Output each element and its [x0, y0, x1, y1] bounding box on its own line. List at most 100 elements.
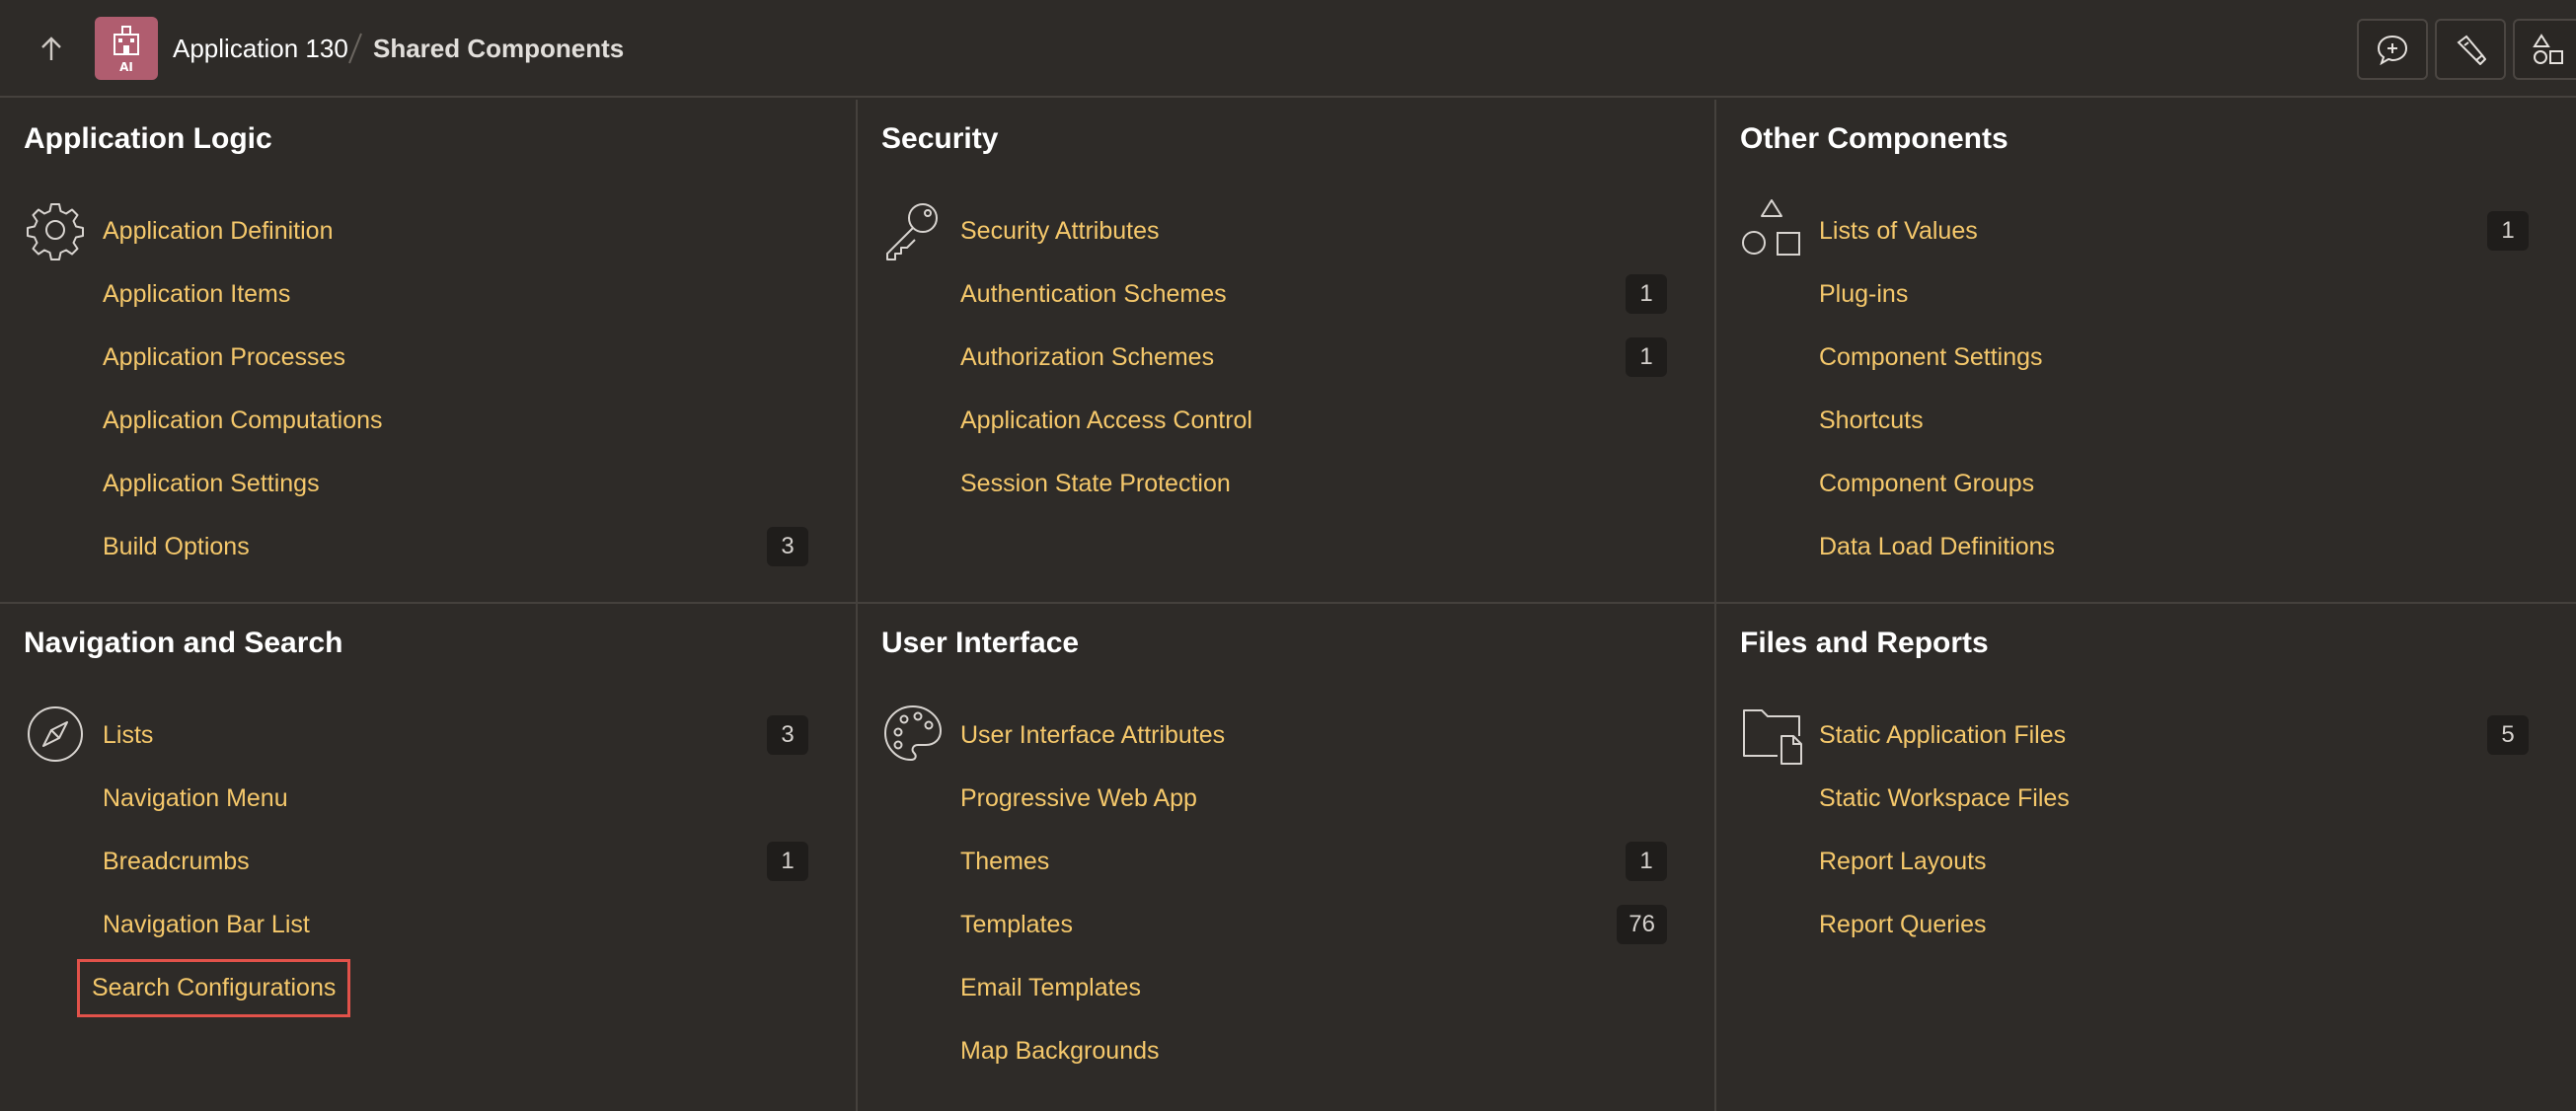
- arrow-up-icon[interactable]: [22, 28, 81, 71]
- link-search-configurations[interactable]: Search Configurations: [77, 958, 351, 1017]
- list-item: Application Items: [103, 262, 808, 326]
- list-item: Navigation Bar List: [103, 893, 808, 956]
- list-item: Search Configurations: [77, 956, 808, 1019]
- palette-icon: [881, 703, 945, 766]
- link-breadcrumbs[interactable]: Breadcrumbs: [79, 848, 273, 876]
- list-item: Component Settings: [1819, 326, 2529, 389]
- link-progressive-web-app[interactable]: Progressive Web App: [937, 784, 1221, 813]
- shapes-icon: [2533, 34, 2563, 64]
- panel-title: Security: [881, 122, 999, 155]
- list-item: Application Settings: [103, 452, 808, 515]
- link-email-templates[interactable]: Email Templates: [937, 974, 1165, 1002]
- list-item: Lists of Values 1: [1819, 199, 2529, 262]
- list-item: Report Queries: [1819, 893, 2529, 956]
- breadcrumb-app[interactable]: Application 130: [173, 34, 348, 64]
- link-component-groups[interactable]: Component Groups: [1795, 470, 2058, 498]
- list-item: Build Options 3: [103, 515, 808, 578]
- panel-title: Files and Reports: [1740, 627, 1989, 659]
- list-item: Session State Protection: [960, 452, 1667, 515]
- count-badge: 1: [1626, 842, 1667, 881]
- list-item: Map Backgrounds: [960, 1019, 1667, 1082]
- folder-file-icon: [1740, 703, 1803, 766]
- panel-title: Navigation and Search: [24, 627, 343, 659]
- count-badge: 5: [2487, 715, 2529, 755]
- list-item: Progressive Web App: [960, 767, 1667, 830]
- panel-navigation-and-search: Navigation and Search Lists 3 Navigation …: [0, 604, 858, 1111]
- list-item: Security Attributes: [960, 199, 1667, 262]
- list-item: Static Workspace Files: [1819, 767, 2529, 830]
- link-static-application-files[interactable]: Static Application Files: [1795, 721, 2089, 750]
- list-item: Data Load Definitions: [1819, 515, 2529, 578]
- link-report-layouts[interactable]: Report Layouts: [1795, 848, 2010, 876]
- count-badge: 1: [1626, 274, 1667, 314]
- list-item: User Interface Attributes: [960, 704, 1667, 767]
- link-list: Lists 3 Navigation Menu Breadcrumbs 1 Navi…: [77, 704, 808, 1019]
- count-badge: 76: [1617, 905, 1667, 944]
- link-application-computations[interactable]: Application Computations: [79, 407, 407, 435]
- list-item: Shortcuts: [1819, 389, 2529, 452]
- top-bar: AI Application 130 Shared Components: [0, 0, 2576, 98]
- list-item: Authorization Schemes 1: [960, 326, 1667, 389]
- utilities-button[interactable]: [2435, 19, 2506, 80]
- list-item: Application Definition: [103, 199, 808, 262]
- feedback-button[interactable]: [2357, 19, 2428, 80]
- link-map-backgrounds[interactable]: Map Backgrounds: [937, 1037, 1183, 1066]
- link-plug-ins[interactable]: Plug-ins: [1795, 280, 1932, 309]
- shared-components-grid: Application Logic Application Definition…: [0, 100, 2576, 1111]
- link-application-access-control[interactable]: Application Access Control: [937, 407, 1276, 435]
- link-application-items[interactable]: Application Items: [79, 280, 314, 309]
- list-item: Navigation Menu: [103, 767, 808, 830]
- link-report-queries[interactable]: Report Queries: [1795, 911, 2010, 939]
- link-list: Application Definition Application Items…: [103, 199, 808, 578]
- list-item: Authentication Schemes 1: [960, 262, 1667, 326]
- link-component-settings[interactable]: Component Settings: [1795, 343, 2067, 372]
- app-icon[interactable]: AI: [95, 17, 158, 80]
- panel-user-interface: User Interface User Interface Attributes…: [858, 604, 1716, 1111]
- link-navigation-menu[interactable]: Navigation Menu: [79, 784, 312, 813]
- link-templates[interactable]: Templates: [937, 911, 1097, 939]
- link-list: User Interface Attributes Progressive We…: [960, 704, 1667, 1082]
- list-item: Templates 76: [960, 893, 1667, 956]
- link-themes[interactable]: Themes: [937, 848, 1073, 876]
- list-item: Breadcrumbs 1: [103, 830, 808, 893]
- link-list: Lists of Values 1 Plug-ins Component Sett…: [1819, 199, 2529, 578]
- link-application-processes[interactable]: Application Processes: [79, 343, 369, 372]
- count-badge: 3: [767, 715, 808, 755]
- link-shortcuts[interactable]: Shortcuts: [1795, 407, 1947, 435]
- list-item: Application Computations: [103, 389, 808, 452]
- link-user-interface-attributes[interactable]: User Interface Attributes: [937, 721, 1249, 750]
- link-authentication-schemes[interactable]: Authentication Schemes: [937, 280, 1250, 309]
- breadcrumb-separator: [348, 33, 362, 64]
- shared-components-button[interactable]: [2513, 19, 2576, 80]
- link-application-settings[interactable]: Application Settings: [79, 470, 343, 498]
- list-item: Themes 1: [960, 830, 1667, 893]
- list-item: Email Templates: [960, 956, 1667, 1019]
- count-badge: 1: [767, 842, 808, 881]
- link-list: Static Application Files 5 Static Workspa…: [1819, 704, 2529, 956]
- count-badge: 1: [2487, 211, 2529, 251]
- panel-files-and-reports: Files and Reports Static Application Fil…: [1716, 604, 2576, 1111]
- chat-plus-icon: [2377, 35, 2408, 65]
- shapes-icon: [1740, 198, 1803, 261]
- list-item: Lists 3: [103, 704, 808, 767]
- link-session-state-protection[interactable]: Session State Protection: [937, 470, 1254, 498]
- link-lists-of-values[interactable]: Lists of Values: [1795, 217, 2002, 246]
- link-authorization-schemes[interactable]: Authorization Schemes: [937, 343, 1238, 372]
- page-title: Shared Components: [373, 34, 625, 63]
- count-badge: 3: [767, 527, 808, 566]
- list-item: Application Access Control: [960, 389, 1667, 452]
- link-build-options[interactable]: Build Options: [79, 533, 273, 561]
- list-item: Plug-ins: [1819, 262, 2529, 326]
- panel-other-components: Other Components Lists of Values 1 Plug-i…: [1716, 100, 2576, 604]
- list-item: Component Groups: [1819, 452, 2529, 515]
- count-badge: 1: [1626, 337, 1667, 377]
- link-navigation-bar-list[interactable]: Navigation Bar List: [79, 911, 334, 939]
- app-badge-text: AI: [119, 60, 133, 74]
- link-list: Security Attributes Authentication Schem…: [960, 199, 1667, 515]
- link-security-attributes[interactable]: Security Attributes: [937, 217, 1182, 246]
- link-application-definition[interactable]: Application Definition: [79, 217, 356, 246]
- link-lists[interactable]: Lists: [79, 721, 177, 750]
- list-item: Static Application Files 5: [1819, 704, 2529, 767]
- link-data-load-definitions[interactable]: Data Load Definitions: [1795, 533, 2079, 561]
- link-static-workspace-files[interactable]: Static Workspace Files: [1795, 784, 2093, 813]
